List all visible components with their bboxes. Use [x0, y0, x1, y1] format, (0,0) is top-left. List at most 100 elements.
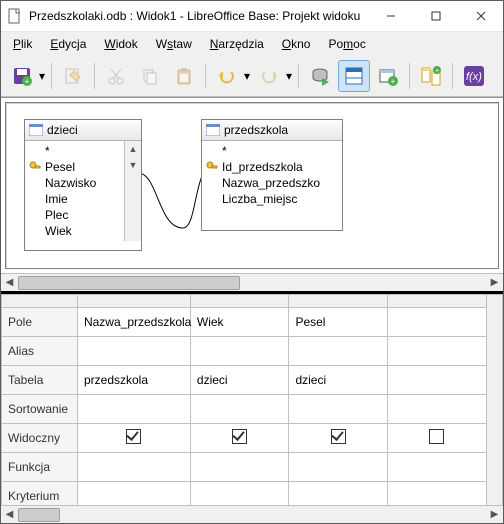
menubar: Plik Edycja Widok Wstaw Narzędzia Okno P…: [1, 32, 503, 56]
field-row: Pesel: [25, 159, 124, 175]
paste-button[interactable]: [168, 60, 200, 92]
app-icon: [7, 8, 23, 24]
cell-widoczny[interactable]: [77, 424, 190, 453]
edit-button[interactable]: [57, 60, 89, 92]
design-hscrollbar[interactable]: ◀ ▶: [1, 273, 503, 291]
window-title: Przedszkolaki.odb : Widok1 - LibreOffice…: [29, 9, 368, 23]
field-row: Nazwa_przedszko: [202, 175, 342, 191]
redo-dropdown[interactable]: ▾: [284, 69, 294, 83]
menu-pomoc[interactable]: Pomoc: [320, 35, 373, 53]
scroll-right-icon[interactable]: ▶: [486, 509, 503, 520]
menu-widok[interactable]: Widok: [96, 35, 145, 53]
cell-alias[interactable]: [387, 337, 486, 366]
cell-funkcja[interactable]: [190, 453, 289, 482]
add-table-button[interactable]: +: [372, 60, 404, 92]
close-button[interactable]: [458, 1, 503, 31]
functions-button[interactable]: f(x): [458, 60, 490, 92]
design-area: dzieci * Pesel Nazwisko Imie Plec Wiek ▲: [1, 97, 503, 273]
cell-sortowanie[interactable]: [387, 395, 486, 424]
query-grid: Pole Nazwa_przedszkola Wiek Pesel Alias …: [1, 294, 503, 523]
cell-sortowanie[interactable]: [289, 395, 388, 424]
cell-sortowanie[interactable]: [77, 395, 190, 424]
vertical-scrollbar[interactable]: ▲ ▼: [124, 141, 141, 241]
menu-okno[interactable]: Okno: [274, 35, 319, 53]
row-header-pole: Pole: [2, 308, 78, 337]
grid-vscrollbar[interactable]: [486, 295, 502, 506]
scroll-right-icon[interactable]: ▶: [486, 277, 503, 288]
cell-alias[interactable]: [190, 337, 289, 366]
key-icon: [29, 161, 41, 173]
grid-hscrollbar[interactable]: ◀ ▶: [1, 505, 503, 523]
redo-button[interactable]: [253, 60, 285, 92]
menu-plik[interactable]: Plik: [5, 35, 40, 53]
maximize-button[interactable]: [413, 1, 458, 31]
table-header[interactable]: przedszkola: [202, 120, 342, 141]
scroll-left-icon[interactable]: ◀: [1, 509, 18, 520]
menu-narzedzia[interactable]: Narzędzia: [202, 35, 272, 53]
menu-wstaw[interactable]: Wstaw: [148, 35, 200, 53]
save-button[interactable]: +: [6, 60, 38, 92]
cell-sortowanie[interactable]: [190, 395, 289, 424]
titlebar: Przedszkolaki.odb : Widok1 - LibreOffice…: [1, 1, 503, 32]
table-window-dzieci[interactable]: dzieci * Pesel Nazwisko Imie Plec Wiek ▲: [24, 119, 142, 251]
cell-pole[interactable]: [387, 308, 486, 337]
relation-canvas[interactable]: dzieci * Pesel Nazwisko Imie Plec Wiek ▲: [5, 102, 499, 269]
row-header-alias: Alias: [2, 337, 78, 366]
checkbox-icon: [126, 429, 141, 444]
scroll-down-icon[interactable]: ▼: [125, 157, 141, 173]
cell-kryterium[interactable]: [190, 482, 289, 506]
row-header-kryterium: Kryterium: [2, 482, 78, 506]
cell-kryterium[interactable]: [387, 482, 486, 506]
grid-table[interactable]: Pole Nazwa_przedszkola Wiek Pesel Alias …: [1, 294, 503, 505]
checkbox-icon: [429, 429, 444, 444]
cell-kryterium[interactable]: [77, 482, 190, 506]
cell-funkcja[interactable]: [289, 453, 388, 482]
separator: [298, 63, 299, 89]
cell-pole[interactable]: Nazwa_przedszkola: [77, 308, 190, 337]
table-header[interactable]: dzieci: [25, 120, 141, 141]
row-header-tabela: Tabela: [2, 366, 78, 395]
app-window: Przedszkolaki.odb : Widok1 - LibreOffice…: [0, 0, 504, 524]
save-dropdown[interactable]: ▾: [37, 69, 47, 83]
svg-text:+: +: [435, 68, 439, 75]
table-window-przedszkola[interactable]: przedszkola * Id_przedszkola Nazwa_przed…: [201, 119, 343, 231]
cell-pole[interactable]: Wiek: [190, 308, 289, 337]
undo-button[interactable]: [211, 60, 243, 92]
field-row: Id_przedszkola: [202, 159, 342, 175]
field-row: Plec: [25, 207, 124, 223]
row-header-sortowanie: Sortowanie: [2, 395, 78, 424]
field-row: *: [25, 143, 124, 159]
field-list[interactable]: * Id_przedszkola Nazwa_przedszko Liczba_…: [202, 141, 342, 209]
cell-funkcja[interactable]: [387, 453, 486, 482]
field-row: Wiek: [25, 223, 124, 239]
scroll-up-icon[interactable]: ▲: [125, 141, 141, 157]
undo-dropdown[interactable]: ▾: [242, 69, 252, 83]
cell-pole[interactable]: Pesel: [289, 308, 388, 337]
cell-kryterium[interactable]: [289, 482, 388, 506]
field-list[interactable]: * Pesel Nazwisko Imie Plec Wiek: [25, 141, 124, 241]
cut-button[interactable]: [100, 60, 132, 92]
cell-alias[interactable]: [289, 337, 388, 366]
table-name: dzieci: [47, 123, 78, 137]
menu-edycja[interactable]: Edycja: [42, 35, 94, 53]
cell-tabela[interactable]: dzieci: [289, 366, 388, 395]
cell-widoczny[interactable]: [289, 424, 388, 453]
table-name: przedszkola: [224, 123, 288, 137]
cell-tabela[interactable]: przedszkola: [77, 366, 190, 395]
cell-widoczny[interactable]: [387, 424, 486, 453]
design-view-button[interactable]: [338, 60, 370, 92]
new-relation-button[interactable]: +: [415, 60, 447, 92]
cell-widoczny[interactable]: [190, 424, 289, 453]
copy-button[interactable]: [134, 60, 166, 92]
cell-tabela[interactable]: dzieci: [190, 366, 289, 395]
toolbar: + ▾ ▾ ▾ + + f(x): [1, 56, 503, 97]
scroll-left-icon[interactable]: ◀: [1, 277, 18, 288]
field-row: Imie: [25, 191, 124, 207]
cell-funkcja[interactable]: [77, 453, 190, 482]
cell-tabela[interactable]: [387, 366, 486, 395]
run-query-button[interactable]: [304, 60, 336, 92]
cell-alias[interactable]: [77, 337, 190, 366]
separator: [452, 63, 453, 89]
minimize-button[interactable]: [368, 1, 413, 31]
separator: [94, 63, 95, 89]
